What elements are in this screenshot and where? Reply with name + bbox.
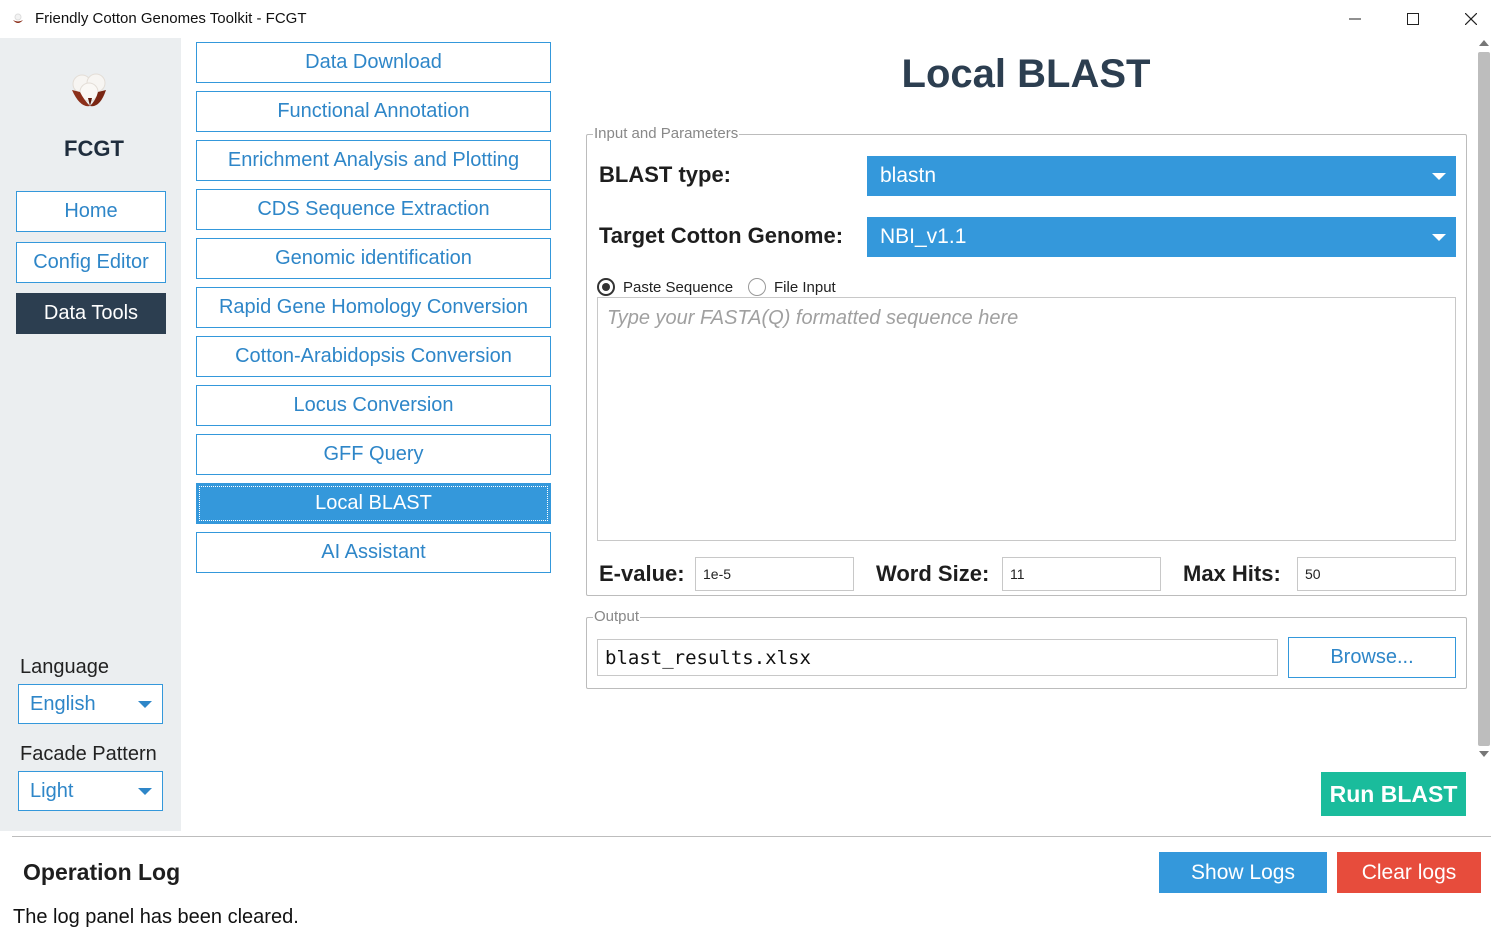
sequence-input[interactable]: Type your FASTA(Q) formatted sequence he… <box>597 297 1456 541</box>
close-button[interactable] <box>1442 0 1500 38</box>
chevron-down-icon <box>138 788 152 795</box>
brand-name: FCGT <box>64 136 124 161</box>
tool-ai-assistant[interactable]: AI Assistant <box>196 532 551 573</box>
window-title: Friendly Cotton Genomes Toolkit - FCGT <box>35 10 307 27</box>
scrollbar-thumb[interactable] <box>1478 52 1490 746</box>
tool-cds-sequence-extraction[interactable]: CDS Sequence Extraction <box>196 189 551 230</box>
language-select[interactable]: English <box>18 684 163 724</box>
max-hits-label: Max Hits: <box>1183 561 1281 586</box>
word-size-label: Word Size: <box>876 561 990 586</box>
scroll-down-icon[interactable] <box>1479 751 1489 757</box>
genome-label: Target Cotton Genome: <box>599 223 844 248</box>
clear-logs-button[interactable]: Clear logs <box>1337 852 1481 893</box>
blast-type-label: BLAST type: <box>599 162 731 187</box>
browse-button[interactable]: Browse... <box>1288 637 1456 678</box>
tool-gff-query[interactable]: GFF Query <box>196 434 551 475</box>
paste-sequence-label[interactable]: Paste Sequence <box>623 279 733 296</box>
facade-label: Facade Pattern <box>20 743 157 765</box>
blast-type-value: blastn <box>880 164 937 187</box>
minimize-icon <box>1349 18 1361 20</box>
page-title: Local BLAST <box>901 52 1151 96</box>
nav-config-editor-button[interactable]: Config Editor <box>16 242 166 283</box>
output-title: Output <box>593 608 641 625</box>
app-window: Friendly Cotton Genomes Toolkit - FCGT F… <box>0 0 1502 935</box>
cotton-logo-icon <box>72 73 106 107</box>
cotton-app-icon <box>13 13 23 23</box>
tool-data-download[interactable]: Data Download <box>196 42 551 83</box>
log-title: Operation Log <box>23 859 181 885</box>
chevron-down-icon <box>1432 234 1446 241</box>
language-label: Language <box>20 656 109 678</box>
close-icon <box>1465 13 1477 25</box>
log-message: The log panel has been cleared. <box>13 906 299 928</box>
paste-sequence-radio[interactable] <box>597 278 615 296</box>
log-divider <box>12 836 1491 837</box>
minimize-button[interactable] <box>1326 0 1384 38</box>
genome-select[interactable]: NBI_v1.1 <box>867 217 1456 257</box>
evalue-label: E-value: <box>599 561 685 586</box>
file-input-radio[interactable] <box>748 278 766 296</box>
maximize-button[interactable] <box>1384 0 1442 38</box>
file-input-label[interactable]: File Input <box>774 279 836 296</box>
facade-value: Light <box>30 779 74 802</box>
evalue-input[interactable]: 1e-5 <box>695 557 854 591</box>
run-blast-button[interactable]: Run BLAST <box>1321 772 1466 816</box>
chevron-down-icon <box>138 701 152 708</box>
nav-home-button[interactable]: Home <box>16 191 166 232</box>
output-file-input[interactable]: blast_results.xlsx <box>597 639 1278 676</box>
word-size-input[interactable]: 11 <box>1002 557 1161 591</box>
language-value: English <box>30 692 96 715</box>
genome-value: NBI_v1.1 <box>880 225 967 248</box>
tool-functional-annotation[interactable]: Functional Annotation <box>196 91 551 132</box>
max-hits-input[interactable]: 50 <box>1297 557 1456 591</box>
blast-type-select[interactable]: blastn <box>867 156 1456 196</box>
maximize-icon <box>1407 13 1419 25</box>
show-logs-button[interactable]: Show Logs <box>1159 852 1327 893</box>
title-bar: Friendly Cotton Genomes Toolkit - FCGT <box>0 0 1502 38</box>
tool-rapid-gene-homology[interactable]: Rapid Gene Homology Conversion <box>196 287 551 328</box>
tool-local-blast[interactable]: Local BLAST <box>196 483 551 524</box>
facade-select[interactable]: Light <box>18 771 163 811</box>
tool-cotton-arabidopsis[interactable]: Cotton-Arabidopsis Conversion <box>196 336 551 377</box>
sidebar: FCGT Home Config Editor Data Tools Langu… <box>0 38 181 831</box>
sequence-placeholder: Type your FASTA(Q) formatted sequence he… <box>607 307 1019 329</box>
input-parameters-title: Input and Parameters <box>593 125 740 142</box>
tool-locus-conversion[interactable]: Locus Conversion <box>196 385 551 426</box>
chevron-down-icon <box>1432 173 1446 180</box>
tool-genomic-identification[interactable]: Genomic identification <box>196 238 551 279</box>
scroll-up-icon[interactable] <box>1479 40 1489 46</box>
tool-enrichment-analysis[interactable]: Enrichment Analysis and Plotting <box>196 140 551 181</box>
nav-data-tools-button[interactable]: Data Tools <box>16 293 166 334</box>
